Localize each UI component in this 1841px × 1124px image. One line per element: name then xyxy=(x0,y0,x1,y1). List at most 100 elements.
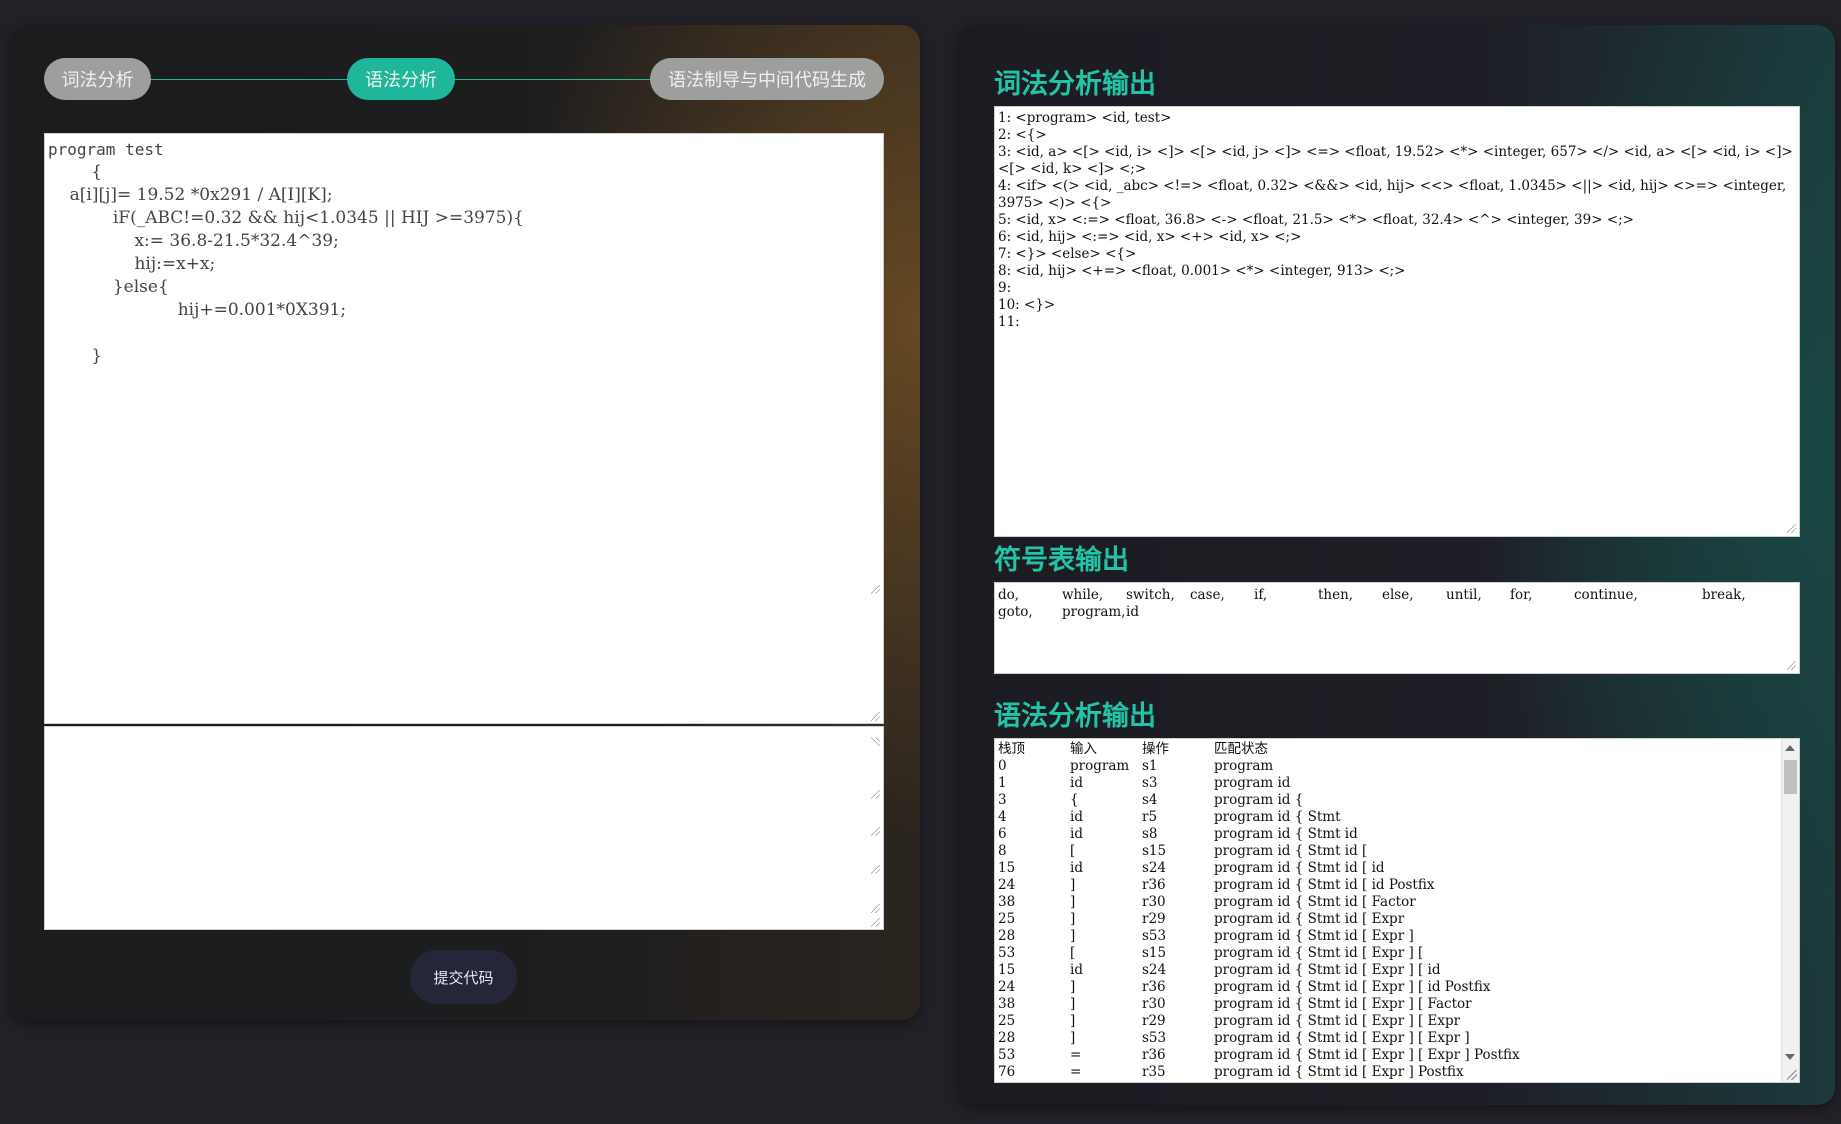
column-header: 输入 xyxy=(1070,741,1097,757)
lex-output-line: 1: <program> <id, test> xyxy=(998,110,1172,126)
symbol-entry: until, xyxy=(1446,587,1482,603)
scrollbar[interactable] xyxy=(1781,739,1799,1082)
lexical-output-box[interactable]: 1: <program> <id, test> 2: <{> 3: <id, a> … xyxy=(994,106,1800,537)
table-cell: = xyxy=(1070,1047,1082,1063)
table-cell: program id { Stmt id [ Expr ] [ id Postf… xyxy=(1214,979,1491,995)
symbol-table-title: 符号表输出 xyxy=(994,545,1129,576)
table-row: 25] r29 program id { Stmt id [ Expr xyxy=(998,911,1614,928)
table-row: 24] r36 program id { Stmt id [ Expr ] [ id… xyxy=(998,979,1614,996)
table-cell: program id { xyxy=(1214,792,1304,808)
table-cell: r5 xyxy=(1142,809,1158,825)
table-row: 15 id s24 program id { Stmt id [ Expr ] [ i… xyxy=(998,962,1614,979)
code-editor[interactable]: program test { a[i][j]= 19.52 *0x291 / A… xyxy=(44,133,884,724)
resize-handle-icon[interactable] xyxy=(1787,661,1796,670)
table-cell: program id { Stmt id [ Factor xyxy=(1214,894,1416,910)
table-row: 38] r30 program id { Stmt id [ Factor xyxy=(998,894,1614,911)
table-cell: 53 xyxy=(998,945,1016,961)
table-row: 28] s53 program id { Stmt id [ Expr ] xyxy=(998,928,1614,945)
table-cell: ] xyxy=(1070,894,1076,910)
lex-output-line: 10: <}> xyxy=(998,297,1056,313)
resize-handle-icon[interactable] xyxy=(871,918,880,927)
lexical-output-title: 词法分析输出 xyxy=(994,69,1156,100)
resize-handle-icon[interactable] xyxy=(1787,524,1796,533)
column-header: 操作 xyxy=(1142,741,1169,757)
table-row: 1 id s3 program id xyxy=(998,775,1614,792)
code-line: }else{ xyxy=(48,277,169,297)
code-output-area[interactable] xyxy=(44,726,884,930)
resize-handle-icon[interactable] xyxy=(1787,1070,1797,1080)
step-syntax-directed-translation[interactable]: 语法制导与中间代码生成 xyxy=(650,58,884,100)
symbol-entry: if, xyxy=(1254,587,1268,603)
table-cell: ] xyxy=(1070,1030,1076,1046)
lex-output-line: 5: <id, x> <:=> <float, 36.8> <-> <float… xyxy=(998,212,1634,228)
table-cell: 53 xyxy=(998,1047,1016,1063)
table-cell: program id { Stmt id [ id Postfix xyxy=(1214,877,1435,893)
step-lexical-analysis[interactable]: 词法分析 xyxy=(44,58,151,100)
symbol-entry: else, xyxy=(1382,587,1414,603)
table-cell: ] xyxy=(1070,979,1076,995)
table-row: 25] r29 program id { Stmt id [ Expr ] [ Ex… xyxy=(998,1013,1614,1030)
lex-output-line: 2: <{> xyxy=(998,127,1047,143)
table-cell: 6 xyxy=(998,826,1007,842)
symbol-entry: for, xyxy=(1510,587,1533,603)
table-cell: program id { Stmt id xyxy=(1214,826,1358,842)
table-cell: [ xyxy=(1070,843,1076,859)
table-cell: 25 xyxy=(998,1013,1016,1029)
submit-code-button[interactable]: 提交代码 xyxy=(410,950,517,1004)
table-cell: 28 xyxy=(998,1030,1016,1046)
table-row: 0 program s1 program xyxy=(998,758,1614,775)
table-row: 24] r36 program id { Stmt id [ id Postfix xyxy=(998,877,1614,894)
scrollbar-thumb[interactable] xyxy=(1784,760,1797,794)
table-row: 28] s53 program id { Stmt id [ Expr ] [ Ex… xyxy=(998,1030,1614,1047)
symbol-entry: goto, xyxy=(998,604,1033,620)
step-connector xyxy=(150,79,350,80)
table-cell: 24 xyxy=(998,979,1016,995)
table-header-row: 栈顶 输入 操作 匹配状态 xyxy=(998,741,1614,758)
table-row: 76 = r35 program id { Stmt id [ Expr ] Post… xyxy=(998,1064,1614,1081)
table-row: 8 [s15 program id { Stmt id [ xyxy=(998,843,1614,860)
resize-handle-icon[interactable] xyxy=(871,585,880,594)
syntax-output-box[interactable]: 栈顶 输入 操作 匹配状态 0 program s1 program 1 id s3 program … xyxy=(994,738,1800,1083)
code-line: program test xyxy=(48,140,164,159)
symbol-entry: program, xyxy=(1062,604,1126,620)
table-cell: 8 xyxy=(998,843,1007,859)
table-cell: program id xyxy=(1214,775,1291,791)
table-cell: 38 xyxy=(998,996,1016,1012)
table-cell: id xyxy=(1070,775,1083,791)
step-syntax-analysis[interactable]: 语法分析 xyxy=(347,58,455,100)
code-line: } xyxy=(48,346,103,366)
table-cell: s24 xyxy=(1142,962,1167,978)
symbol-entry: id xyxy=(1126,604,1139,620)
table-cell: s53 xyxy=(1142,928,1167,944)
symbol-entry: while, xyxy=(1062,587,1104,603)
scroll-up-icon[interactable] xyxy=(1785,745,1795,751)
code-line: hij:=x+x; xyxy=(48,254,216,274)
lex-output-line: 11: xyxy=(998,314,1020,330)
table-cell: ] xyxy=(1070,928,1076,944)
column-header: 匹配状态 xyxy=(1214,741,1268,757)
resize-handle-icon[interactable] xyxy=(871,712,880,721)
table-cell: s15 xyxy=(1142,843,1167,859)
table-cell: 0 xyxy=(998,758,1007,774)
resize-handle-icon xyxy=(871,790,880,799)
table-cell: id xyxy=(1070,860,1083,876)
resize-handle-icon xyxy=(871,737,880,746)
scroll-down-icon[interactable] xyxy=(1785,1054,1795,1060)
table-cell: s8 xyxy=(1142,826,1158,842)
symbol-table-box[interactable]: do, while, switch, case, if, then, else, until,… xyxy=(994,582,1800,674)
table-cell: program id { Stmt id [ Expr ] [ Expr xyxy=(1214,1013,1461,1029)
table-cell: id xyxy=(1070,962,1083,978)
table-cell: 76 xyxy=(998,1064,1016,1080)
table-cell: program id { Stmt xyxy=(1214,809,1341,825)
table-cell: [ xyxy=(1070,945,1076,961)
table-cell: id xyxy=(1070,826,1083,842)
table-cell: 25 xyxy=(998,911,1016,927)
resize-handle-icon xyxy=(871,827,880,836)
table-cell: r35 xyxy=(1142,1064,1166,1080)
table-cell: program id { Stmt id [ Expr ] [ Expr ] P… xyxy=(1214,1047,1520,1063)
table-cell: r30 xyxy=(1142,894,1166,910)
table-row: 15 id s24 program id { Stmt id [ id xyxy=(998,860,1614,877)
table-cell: program id { Stmt id [ Expr xyxy=(1214,911,1405,927)
table-cell: { xyxy=(1070,792,1079,808)
lex-output-line: 9: xyxy=(998,280,1012,296)
